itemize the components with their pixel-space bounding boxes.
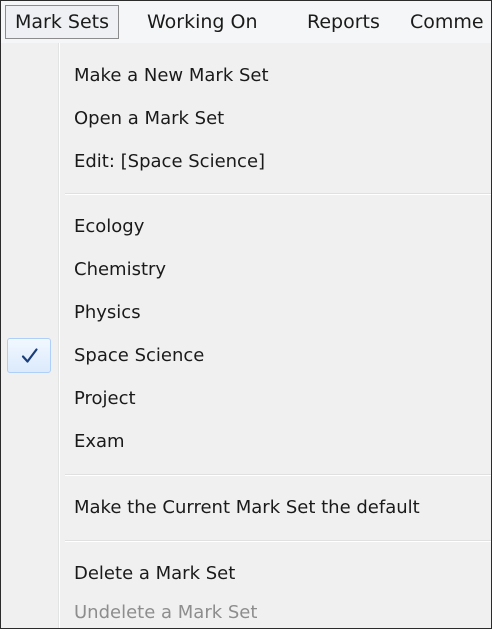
menu-item-label: Space Science bbox=[74, 345, 205, 366]
menu-item-make-new-mark-set[interactable]: Make a New Mark Set bbox=[1, 54, 491, 97]
menu-separator bbox=[65, 540, 491, 542]
menu-item-delete-mark-set[interactable]: Delete a Mark Set bbox=[1, 552, 491, 595]
menu-item-label: Open a Mark Set bbox=[74, 108, 225, 129]
menu-item-label: Edit: [Space Science] bbox=[74, 151, 266, 172]
menu-item-physics[interactable]: Physics bbox=[1, 291, 491, 334]
menu-separator bbox=[65, 474, 491, 476]
menu-item-project[interactable]: Project bbox=[1, 377, 491, 420]
menu-item-label: Delete a Mark Set bbox=[74, 563, 236, 584]
menu-item-undelete-mark-set: Undelete a Mark Set bbox=[1, 591, 491, 628]
menu-working-on[interactable]: Working On bbox=[147, 1, 258, 43]
menu-item-label: Project bbox=[74, 388, 136, 409]
menu-item-space-science[interactable]: Space Science bbox=[1, 334, 491, 377]
menu-mark-sets[interactable]: Mark Sets bbox=[5, 5, 119, 39]
menu-item-ecology[interactable]: Ecology bbox=[1, 205, 491, 248]
menu-item-label: Ecology bbox=[74, 216, 145, 237]
menu-item-label: Chemistry bbox=[74, 259, 167, 280]
menu-comments[interactable]: Comme bbox=[410, 1, 484, 43]
menu-item-chemistry[interactable]: Chemistry bbox=[1, 248, 491, 291]
menu-window: Mark Sets Working On Reports Comme Make … bbox=[0, 0, 492, 629]
menu-separator bbox=[65, 193, 491, 195]
mark-sets-dropdown: Make a New Mark Set Open a Mark Set Edit… bbox=[1, 43, 491, 628]
menu-item-make-current-default[interactable]: Make the Current Mark Set the default bbox=[1, 486, 491, 529]
menu-item-exam[interactable]: Exam bbox=[1, 420, 491, 463]
menu-item-label: Undelete a Mark Set bbox=[74, 602, 258, 623]
menu-item-label: Exam bbox=[74, 431, 125, 452]
menu-reports[interactable]: Reports bbox=[307, 1, 380, 43]
menu-item-label: Make the Current Mark Set the default bbox=[74, 497, 420, 518]
menu-item-label: Physics bbox=[74, 302, 141, 323]
menu-item-edit-mark-set[interactable]: Edit: [Space Science] bbox=[1, 140, 491, 183]
menu-item-label: Make a New Mark Set bbox=[74, 65, 269, 86]
menu-item-open-mark-set[interactable]: Open a Mark Set bbox=[1, 97, 491, 140]
menu-bar: Mark Sets Working On Reports Comme bbox=[1, 1, 491, 44]
checkmark-icon bbox=[7, 338, 51, 373]
